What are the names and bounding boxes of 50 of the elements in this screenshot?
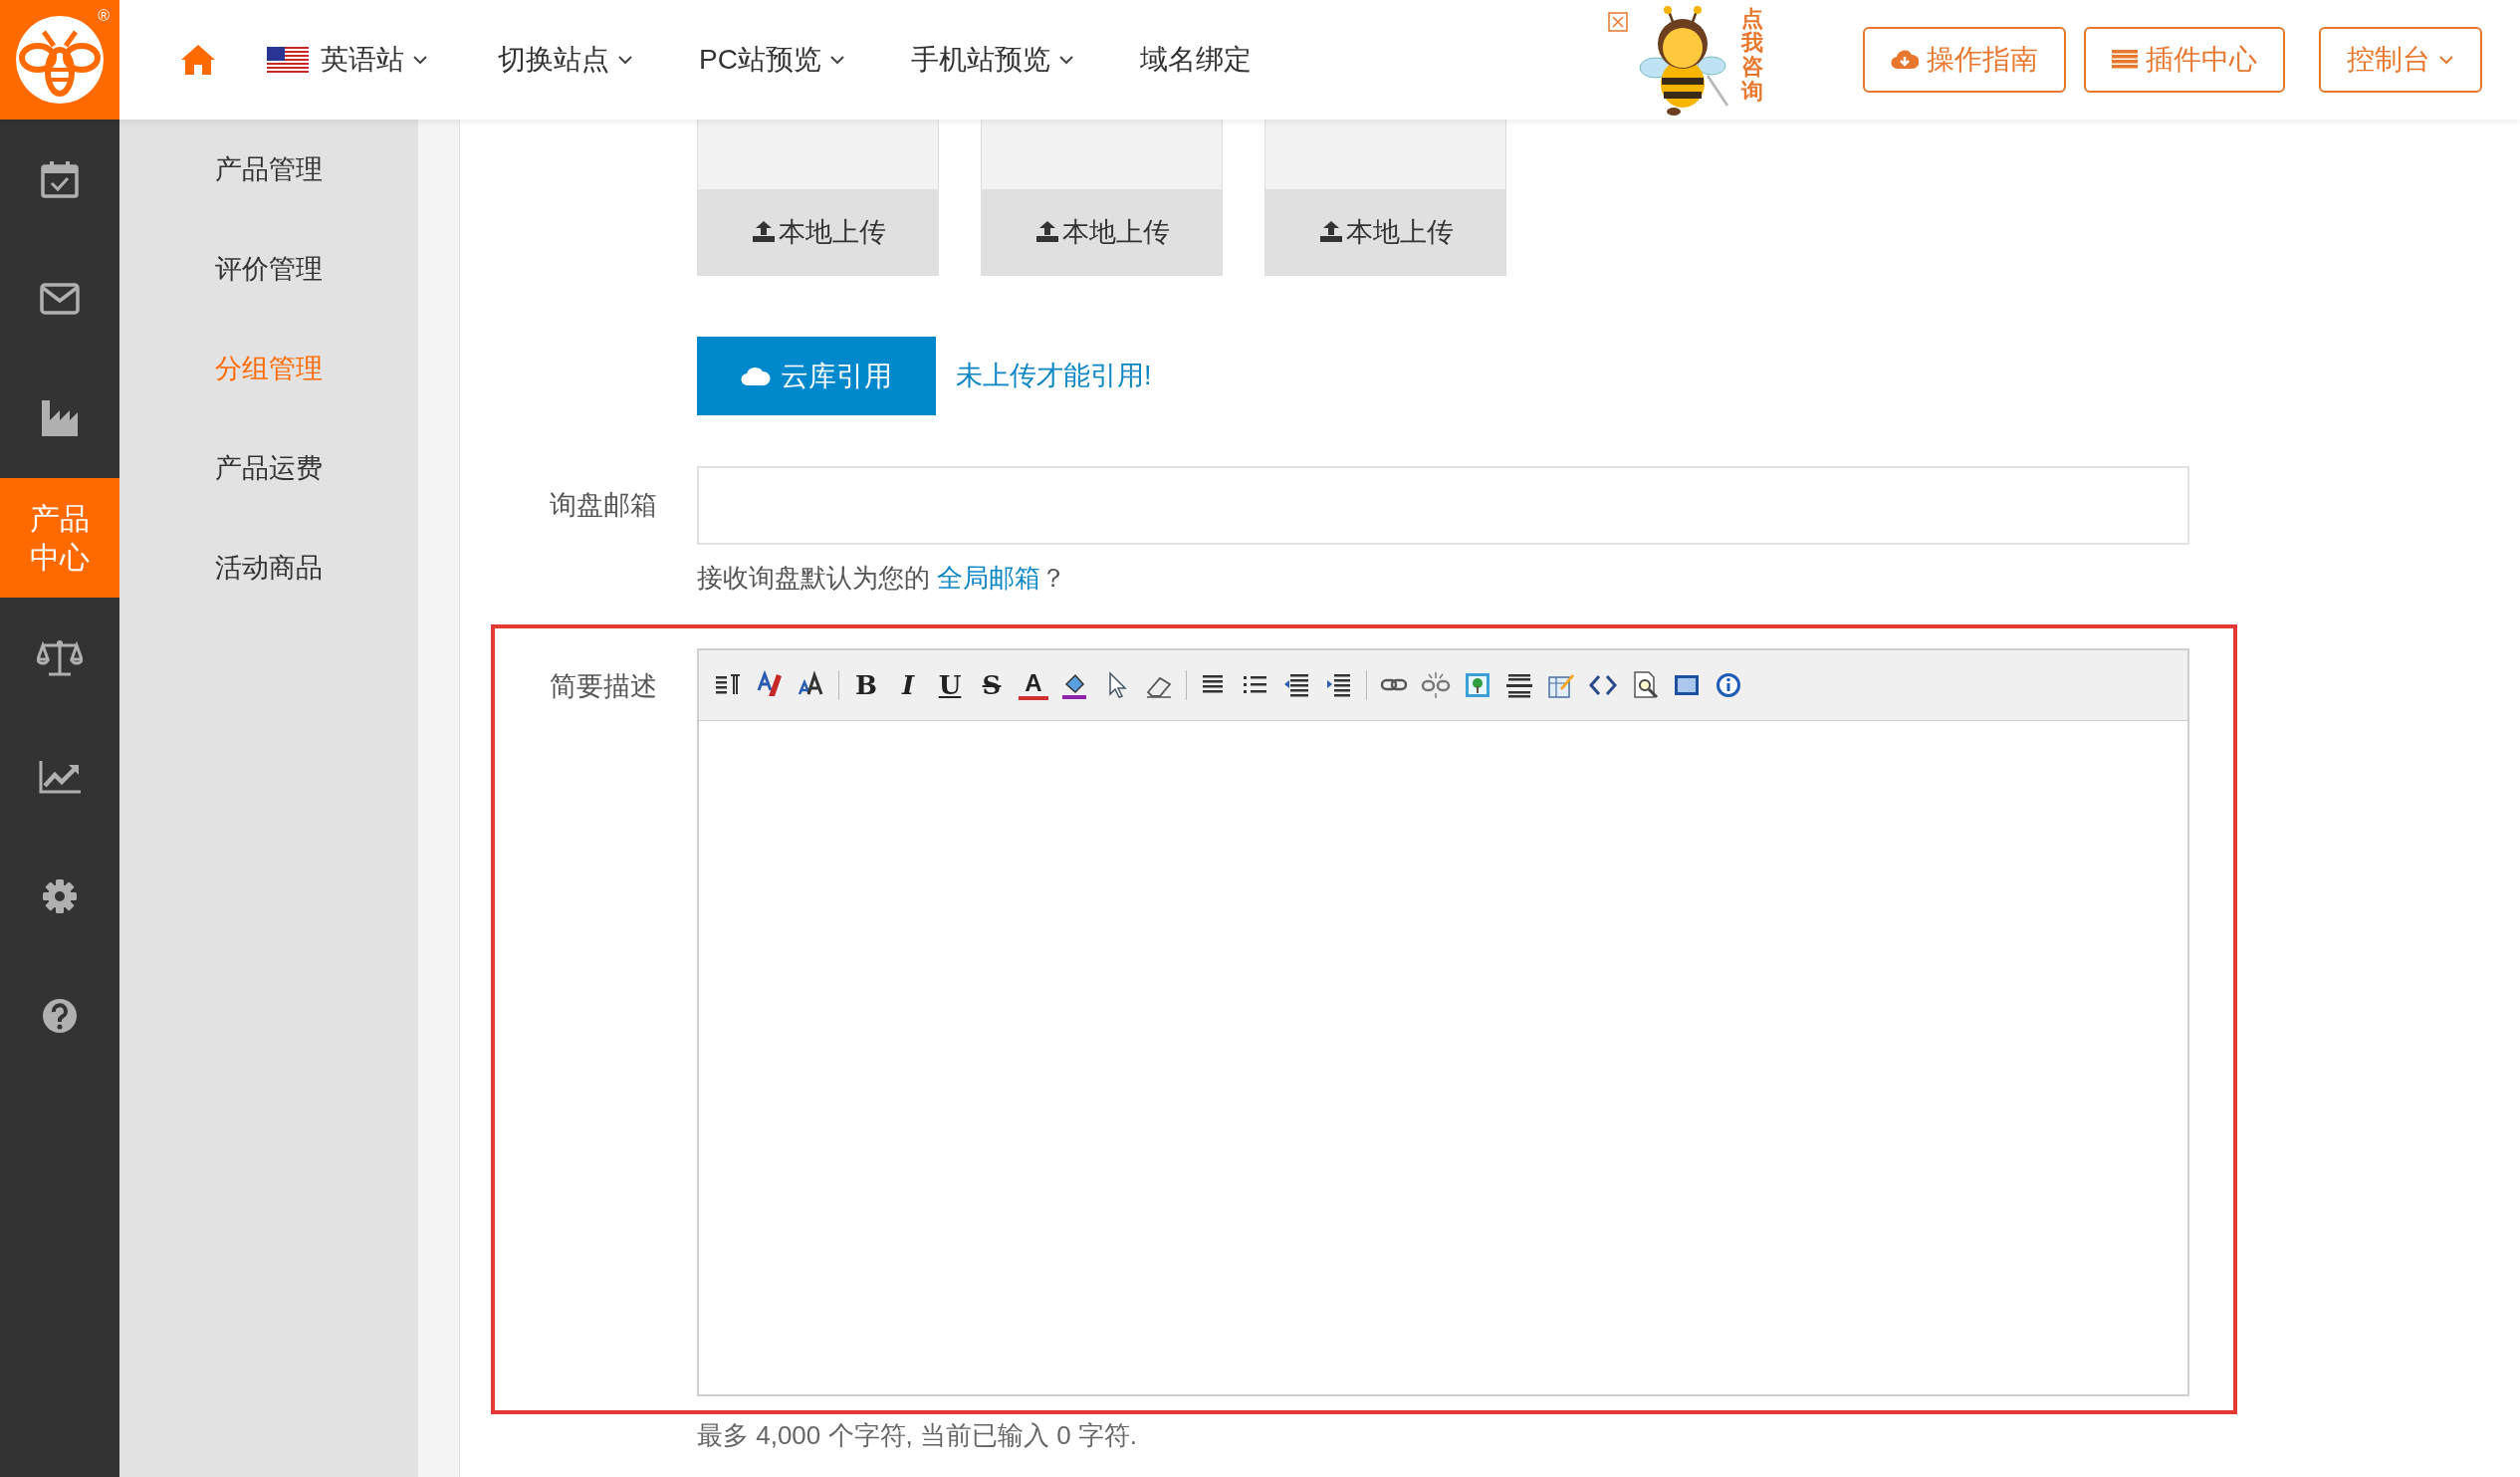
upload-icon xyxy=(1033,221,1060,243)
cloud-icon xyxy=(741,366,771,386)
underline-button[interactable]: U xyxy=(935,665,965,705)
cloud-download-icon xyxy=(1891,49,1919,71)
image-upload-slot[interactable]: 本地上传 xyxy=(1264,120,1506,276)
registered-mark: ® xyxy=(98,8,110,24)
local-upload-button[interactable]: 本地上传 xyxy=(1265,189,1505,275)
flag-icon xyxy=(267,47,309,73)
info-icon[interactable] xyxy=(1714,670,1743,700)
settings-icon[interactable] xyxy=(42,878,78,914)
cloud-note: 未上传才能引用! xyxy=(956,360,1152,393)
bold-button[interactable]: B xyxy=(851,665,881,705)
home-icon[interactable] xyxy=(179,43,217,77)
image-upload-slot[interactable]: 本地上传 xyxy=(697,120,939,276)
line-chart-icon[interactable] xyxy=(38,759,82,795)
field-label: 简要描述 xyxy=(549,670,658,703)
inquiry-email-input[interactable] xyxy=(697,466,2189,545)
rich-text-editor[interactable]: B I U S A xyxy=(697,648,2189,1396)
nav-link[interactable]: 域名绑定 xyxy=(1139,39,1252,81)
submenu-item[interactable]: 活动商品 xyxy=(215,518,323,617)
mail-icon[interactable] xyxy=(40,283,80,315)
site-switcher[interactable]: 英语站 xyxy=(267,39,428,81)
caret-icon xyxy=(2438,55,2454,65)
nav-link[interactable]: 手机站预览 xyxy=(910,39,1074,81)
factory-icon[interactable] xyxy=(40,398,80,438)
submenu-item[interactable]: 产品管理 xyxy=(215,120,323,219)
local-upload-button[interactable]: 本地上传 xyxy=(698,189,938,275)
image-icon[interactable] xyxy=(1463,670,1492,700)
nav-link[interactable]: 切换站点 xyxy=(498,39,633,81)
email-hint: 接收询盘默认为您的 全局邮箱？ xyxy=(697,562,1068,595)
upload-icon xyxy=(750,221,777,243)
global-email-link[interactable]: 全局邮箱 xyxy=(937,563,1041,593)
calendar-icon[interactable] xyxy=(40,159,80,199)
list-icon xyxy=(2112,50,2138,70)
field-label: 询盘邮箱 xyxy=(549,489,658,523)
help-icon[interactable] xyxy=(42,998,78,1034)
unlink-icon[interactable] xyxy=(1421,670,1451,700)
balance-scale-icon[interactable] xyxy=(37,637,83,677)
character-counter: 最多 4,000 个字符, 当前已输入 0 字符. xyxy=(697,1420,1138,1450)
cloud-library-button[interactable]: 云库引用 xyxy=(697,337,936,415)
font-color-button[interactable]: A xyxy=(1019,670,1048,700)
nav-link[interactable]: PC站预览 xyxy=(699,39,845,81)
image-upload-slot[interactable]: 本地上传 xyxy=(981,120,1223,276)
italic-button[interactable]: I xyxy=(893,665,923,705)
close-icon[interactable] xyxy=(1608,12,1628,32)
submenu-item[interactable]: 产品运费 xyxy=(215,418,323,518)
strikethrough-button[interactable]: S xyxy=(977,665,1007,705)
upload-icon xyxy=(1317,221,1344,243)
submenu-item[interactable]: 评价管理 xyxy=(215,219,323,319)
local-upload-button[interactable]: 本地上传 xyxy=(982,189,1222,275)
